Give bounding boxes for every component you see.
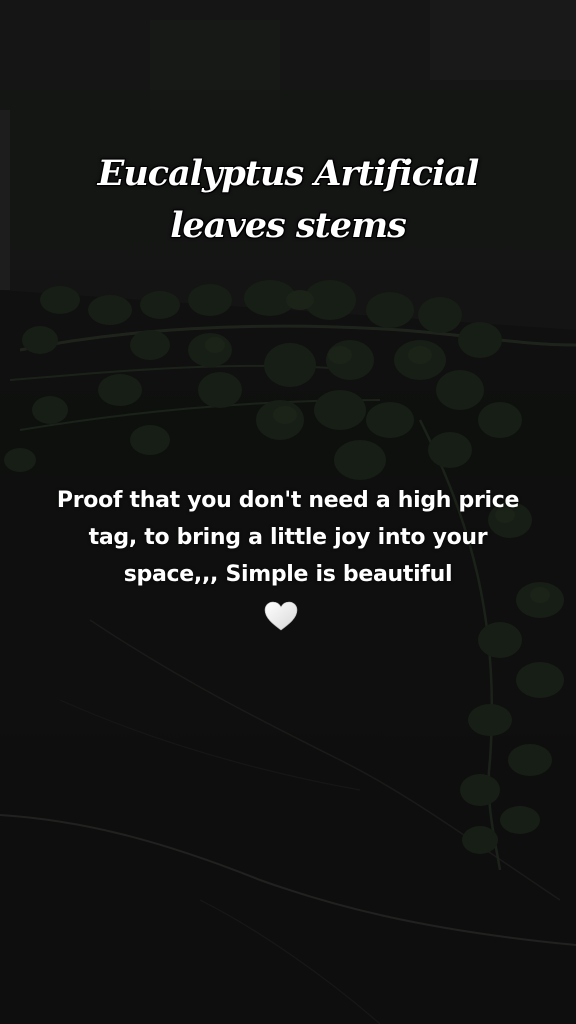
white-heart-icon (264, 601, 298, 631)
story-title: Eucalyptus Artificial leaves stems (97, 153, 480, 246)
story-frame: Eucalyptus Artificial leaves stems Proof… (0, 0, 576, 1024)
story-caption: Proof that you don't need a high price t… (56, 488, 520, 587)
